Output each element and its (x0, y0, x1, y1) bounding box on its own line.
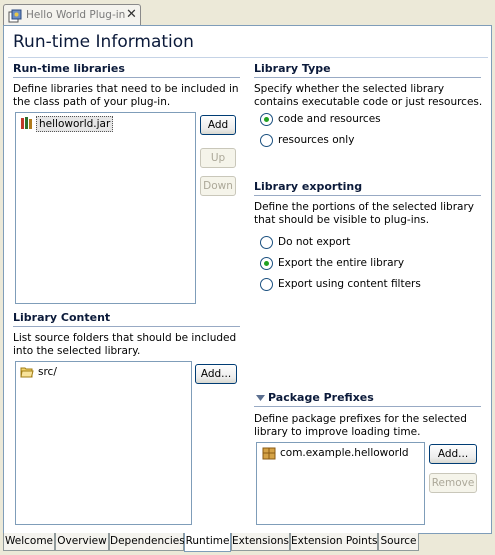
library-type-title: Library Type (254, 62, 331, 75)
plugin-manifest-icon (8, 9, 22, 23)
radio-button[interactable] (260, 257, 273, 270)
runtime-libraries-list[interactable]: helloworld.jar (15, 112, 196, 304)
runtime-libraries-title: Run-time libraries (13, 62, 125, 75)
library-exporting-rule (254, 195, 481, 196)
down-button[interactable]: Down (200, 176, 236, 196)
tab-dependencies[interactable]: Dependencies (109, 533, 185, 551)
library-content-list[interactable]: src/ (15, 361, 192, 525)
runtime-libraries-rule (13, 77, 240, 78)
list-item-label: helloworld.jar (36, 116, 114, 132)
package-prefixes-list[interactable]: com.example.helloworld (256, 442, 425, 525)
radio-button[interactable] (260, 236, 273, 249)
package-prefixes-title: Package Prefixes (268, 391, 374, 404)
package-prefixes-rule (254, 406, 481, 407)
header-divider (8, 57, 488, 58)
up-button[interactable]: Up (200, 148, 236, 168)
page-tabs: Welcome Overview Dependencies Runtime Ex… (3, 533, 492, 552)
list-item-label: src/ (38, 366, 57, 378)
add-source-folder-button[interactable]: Add... (195, 364, 237, 384)
runtime-libraries-description: Define libraries that need to be include… (13, 83, 239, 108)
editor-tab-title: Hello World Plug-in (26, 9, 126, 21)
add-library-button[interactable]: Add (200, 115, 236, 135)
editor-tab[interactable]: Hello World Plug-in ✕ (3, 4, 141, 25)
library-content-description: List source folders that should be inclu… (13, 332, 237, 357)
add-package-prefix-button[interactable]: Add... (429, 444, 477, 464)
tab-overview[interactable]: Overview (55, 533, 109, 551)
list-item-label: com.example.helloworld (280, 447, 409, 459)
tab-extensions[interactable]: Extensions (231, 533, 290, 551)
close-icon[interactable]: ✕ (126, 7, 137, 23)
tab-runtime[interactable]: Runtime (184, 533, 231, 552)
tab-extension-points[interactable]: Extension Points (290, 533, 378, 551)
jar-icon (21, 117, 32, 129)
radio-button[interactable] (260, 113, 273, 126)
radio-button[interactable] (260, 134, 273, 147)
library-exporting-description: Define the portions of the selected libr… (254, 201, 474, 226)
package-icon (262, 447, 276, 460)
radio-button[interactable] (260, 278, 273, 291)
remove-package-prefix-button[interactable]: Remove (429, 473, 477, 493)
library-content-title: Library Content (13, 311, 111, 324)
package-prefixes-description: Define package prefixes for the selected… (254, 413, 467, 438)
page-title: Run-time Information (13, 32, 194, 52)
folder-icon (20, 367, 34, 378)
library-type-description: Specify whether the selected library con… (254, 83, 483, 108)
library-exporting-title: Library exporting (254, 180, 363, 193)
tab-source[interactable]: Source (378, 533, 419, 551)
library-type-rule (254, 77, 481, 78)
library-content-rule (13, 326, 240, 327)
collapse-triangle-icon[interactable] (256, 394, 265, 402)
tab-welcome[interactable]: Welcome (3, 533, 55, 551)
